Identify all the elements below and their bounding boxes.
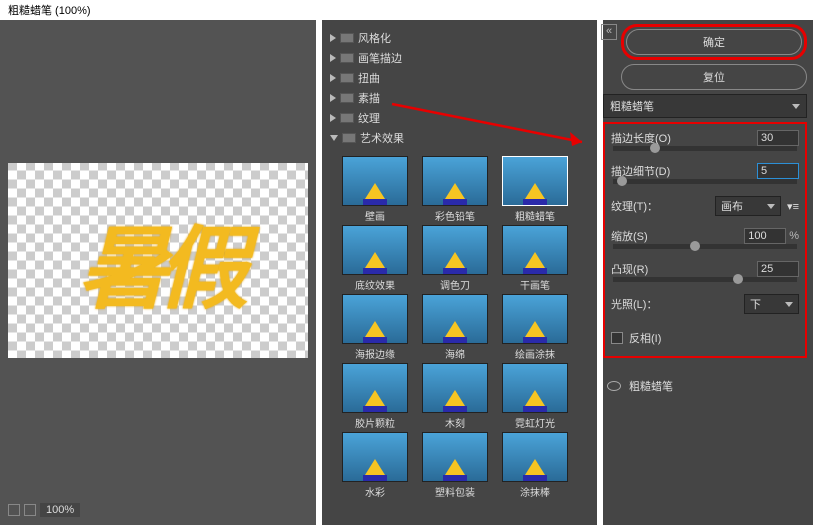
thumbnail-海绵[interactable]: 海绵 [422,294,488,361]
thumbnail-壁画[interactable]: 壁画 [342,156,408,223]
folder-画笔描边[interactable]: 画笔描边 [330,48,589,68]
layer-name[interactable]: 粗糙蜡笔 [629,378,673,394]
thumbnail-label: 底纹效果 [342,277,408,292]
thumbnail-label: 胶片颗粒 [342,415,408,430]
thumbnail-label: 涂抹棒 [502,484,568,499]
folder-icon [340,53,354,63]
ok-button[interactable]: 确定 [626,29,802,55]
actual-icon[interactable] [24,504,36,516]
scaling-slider[interactable] [613,244,797,249]
preview-text: 暑假 [78,196,238,326]
thumbnail-label: 调色刀 [422,277,488,292]
stroke-detail-input[interactable]: 5 [757,163,799,179]
thumbnail-涂抹棒[interactable]: 涂抹棒 [502,432,568,499]
folder-扭曲[interactable]: 扭曲 [330,68,589,88]
chevron-down-icon [767,204,775,209]
thumbnail-label: 霓虹灯光 [502,415,568,430]
texture-menu-icon[interactable]: ▾≡ [787,200,799,213]
thumbnail-label: 干画笔 [502,277,568,292]
filter-dropdown[interactable]: 粗糙蜡笔 [603,94,807,118]
thumbnail-label: 塑料包装 [422,484,488,499]
thumbnail-调色刀[interactable]: 调色刀 [422,225,488,292]
triangle-right-icon [330,94,336,102]
folder-icon [340,113,354,123]
preview-canvas[interactable]: 暑假 [8,163,308,358]
thumbnail-水彩[interactable]: 水彩 [342,432,408,499]
scaling-unit: % [789,230,799,242]
scaling-label: 缩放(S) [611,228,744,244]
thumbnail-海报边缘[interactable]: 海报边缘 [342,294,408,361]
folder-label: 风格化 [358,30,391,46]
folder-icon [340,73,354,83]
folder-icon [340,33,354,43]
collapse-icon[interactable]: « [601,24,617,40]
thumbnail-干画笔[interactable]: 干画笔 [502,225,568,292]
folder-风格化[interactable]: 风格化 [330,28,589,48]
thumbnail-底纹效果[interactable]: 底纹效果 [342,225,408,292]
light-label: 光照(L)： [611,296,744,312]
thumbnail-彩色铅笔[interactable]: 彩色铅笔 [422,156,488,223]
stroke-detail-label: 描边细节(D) [611,163,757,179]
thumbnail-霓虹灯光[interactable]: 霓虹灯光 [502,363,568,430]
invert-label: 反相(I) [629,330,661,346]
folder-label: 扭曲 [358,70,380,86]
reset-button[interactable]: 复位 [621,64,807,90]
relief-input[interactable]: 25 [757,261,799,277]
triangle-right-icon [330,114,336,122]
thumbnail-粗糙蜡笔[interactable]: 粗糙蜡笔 [502,156,568,223]
thumbnail-label: 壁画 [342,208,408,223]
folder-icon [342,133,356,143]
folder-纹理[interactable]: 纹理 [330,108,589,128]
folder-icon [340,93,354,103]
stroke-detail-slider[interactable] [613,179,797,184]
texture-label: 纹理(T)： [611,198,715,214]
folder-label: 素描 [358,90,380,106]
triangle-right-icon [330,74,336,82]
thumbnail-label: 绘画涂抹 [502,346,568,361]
controls-pane: « 确定 复位 粗糙蜡笔 描边长度(O) 30 [603,20,813,525]
zoom-readout[interactable]: 100% [40,503,80,517]
folder-素描[interactable]: 素描 [330,88,589,108]
visibility-icon[interactable] [607,381,621,391]
thumbnail-label: 彩色铅笔 [422,208,488,223]
folder-label: 纹理 [358,110,380,126]
texture-dropdown[interactable]: 画布 [715,196,781,216]
filter-params: 描边长度(O) 30 描边细节(D) 5 纹理(T)： 画布 [603,122,807,358]
chevron-down-icon [785,302,793,307]
stroke-length-label: 描边长度(O) [611,130,757,146]
filter-browser: 风格化画笔描边扭曲素描纹理艺术效果 壁画彩色铅笔粗糙蜡笔底纹效果调色刀干画笔海报… [322,20,597,525]
chevron-down-icon [792,104,800,109]
folder-label: 画笔描边 [358,50,402,66]
thumbnail-胶片颗粒[interactable]: 胶片颗粒 [342,363,408,430]
filter-dropdown-label: 粗糙蜡笔 [610,98,654,114]
triangle-right-icon [330,34,336,42]
relief-slider[interactable] [613,277,797,282]
window-title: 粗糙蜡笔 (100%) [0,0,813,20]
thumbnail-label: 水彩 [342,484,408,499]
triangle-down-icon [330,135,338,141]
invert-checkbox[interactable] [611,332,623,344]
thumbnail-label: 海报边缘 [342,346,408,361]
folder-label: 艺术效果 [360,130,404,146]
stroke-length-input[interactable]: 30 [757,130,799,146]
thumbnail-绘画涂抹[interactable]: 绘画涂抹 [502,294,568,361]
layer-panel: 粗糙蜡笔 [603,374,807,398]
fit-icon[interactable] [8,504,20,516]
stroke-length-slider[interactable] [613,146,797,151]
thumbnail-label: 粗糙蜡笔 [502,208,568,223]
thumbnail-label: 海绵 [422,346,488,361]
thumbnail-label: 木刻 [422,415,488,430]
light-dropdown[interactable]: 下 [744,294,799,314]
triangle-right-icon [330,54,336,62]
thumbnail-塑料包装[interactable]: 塑料包装 [422,432,488,499]
folder-艺术效果[interactable]: 艺术效果 [330,128,589,148]
thumbnail-木刻[interactable]: 木刻 [422,363,488,430]
preview-pane: 暑假 100% [0,20,316,525]
scaling-input[interactable]: 100 [744,228,786,244]
